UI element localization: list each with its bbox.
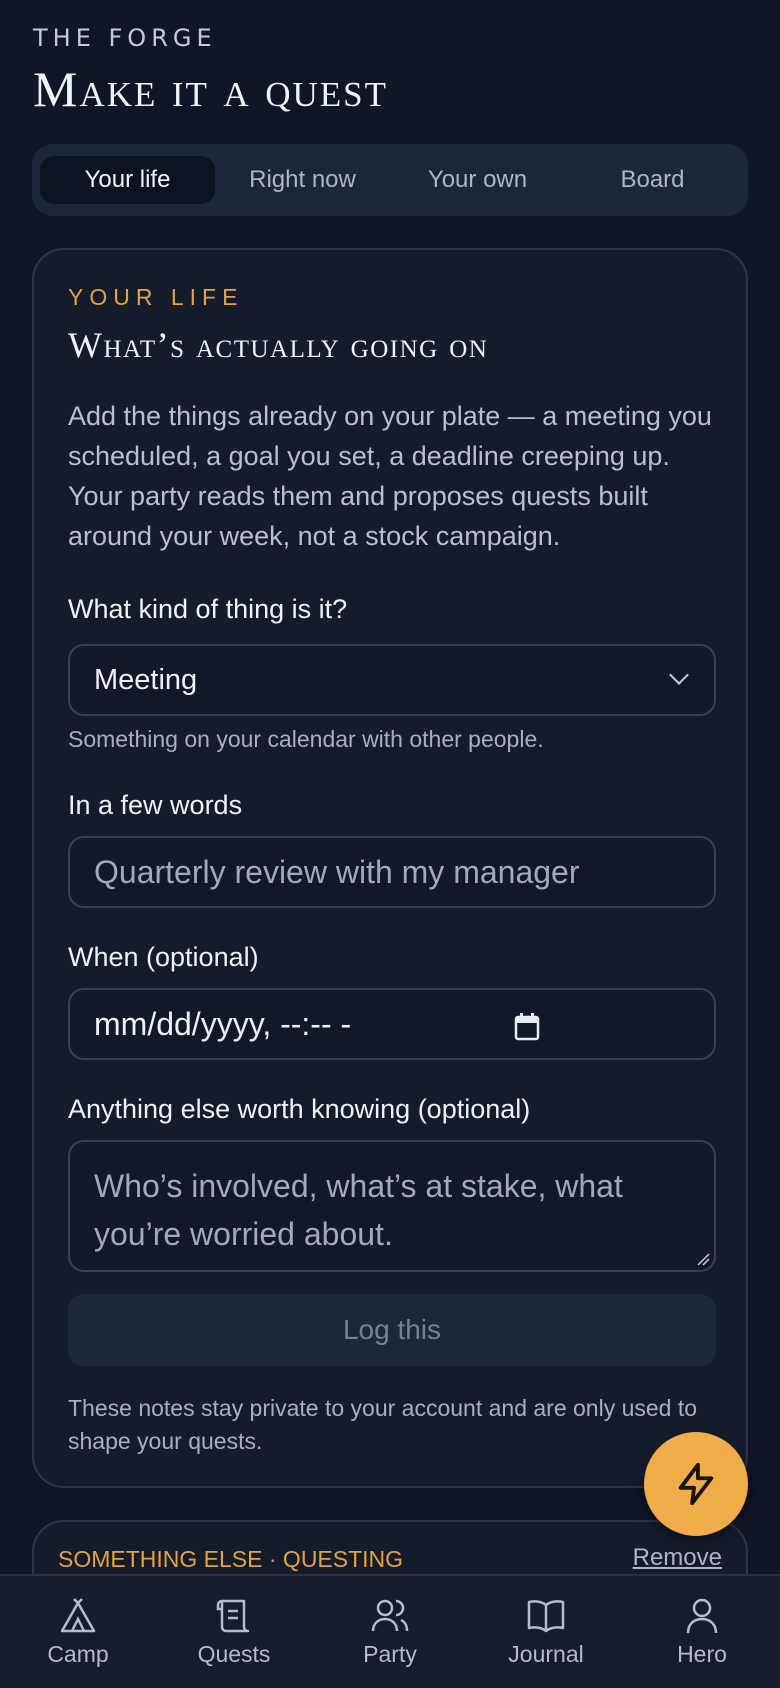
tab-your-own[interactable]: Your own — [390, 156, 565, 204]
scroll-icon — [216, 1599, 250, 1632]
nav-journal[interactable]: Journal — [481, 1597, 611, 1668]
extra-textarea-placeholder: Who’s involved, what’s at stake, what yo… — [94, 1168, 623, 1252]
lightning-icon — [678, 1462, 714, 1506]
extra-label: Anything else worth knowing (optional) — [68, 1094, 531, 1124]
user-icon — [686, 1598, 718, 1633]
nav-quests-label: Quests — [197, 1640, 271, 1667]
your-life-card: YOUR LIFE What’s actually going on Add t… — [32, 248, 748, 1488]
privacy-note: These notes stay private to your account… — [68, 1395, 698, 1454]
kind-select[interactable]: Meeting — [68, 644, 716, 716]
nav-party[interactable]: Party — [325, 1597, 455, 1668]
kind-label: What kind of thing is it? — [68, 594, 348, 624]
section-eyebrow: YOUR LIFE — [68, 284, 244, 310]
nav-camp-label: Camp — [47, 1640, 109, 1667]
when-label: When (optional) — [68, 942, 259, 972]
users-icon — [371, 1599, 409, 1631]
nav-party-label: Party — [363, 1640, 417, 1667]
calendar-icon[interactable] — [514, 1012, 540, 1049]
nav-journal-label: Journal — [508, 1640, 584, 1667]
section-description: Add the things already on your plate — a… — [68, 401, 712, 551]
tab-your-life[interactable]: Your life — [40, 156, 215, 204]
book-icon — [527, 1599, 565, 1632]
nav-hero[interactable]: Hero — [637, 1597, 767, 1668]
quest-entry-eyebrow: SOMETHING ELSE · QUESTING — [58, 1546, 404, 1572]
quick-action-button[interactable] — [644, 1432, 748, 1536]
tent-icon — [60, 1597, 96, 1632]
when-input[interactable]: mm/dd/yyyy, --:-- - — [68, 988, 716, 1060]
words-input[interactable]: Quarterly review with my manager — [68, 836, 716, 908]
tab-right-now[interactable]: Right now — [215, 156, 390, 204]
kind-select-value: Meeting — [94, 663, 198, 696]
tab-bar: Your life Right now Your own Board — [32, 144, 748, 216]
log-this-button[interactable]: Log this — [68, 1294, 716, 1366]
nav-camp[interactable]: Camp — [13, 1597, 143, 1668]
section-title: What’s actually going on — [68, 325, 489, 365]
tab-board[interactable]: Board — [565, 156, 740, 204]
nav-hero-label: Hero — [677, 1640, 727, 1667]
words-label: In a few words — [68, 790, 243, 820]
page-title: Make it a quest — [33, 61, 388, 117]
resize-grip-icon[interactable] — [696, 1252, 710, 1266]
kind-hint: Something on your calendar with other pe… — [68, 726, 544, 752]
app-eyebrow: THE FORGE — [33, 24, 217, 52]
nav-quests[interactable]: Quests — [169, 1597, 299, 1668]
extra-textarea[interactable]: Who’s involved, what’s at stake, what yo… — [68, 1140, 716, 1272]
when-input-placeholder: mm/dd/yyyy, --:-- - — [94, 1005, 352, 1042]
bottom-nav: Camp Quests Party Journal Hero — [0, 1574, 780, 1688]
chevron-down-icon — [669, 665, 689, 685]
remove-button[interactable]: Remove — [633, 1544, 722, 1572]
page-header: THE FORGE Make it a quest — [33, 24, 388, 118]
